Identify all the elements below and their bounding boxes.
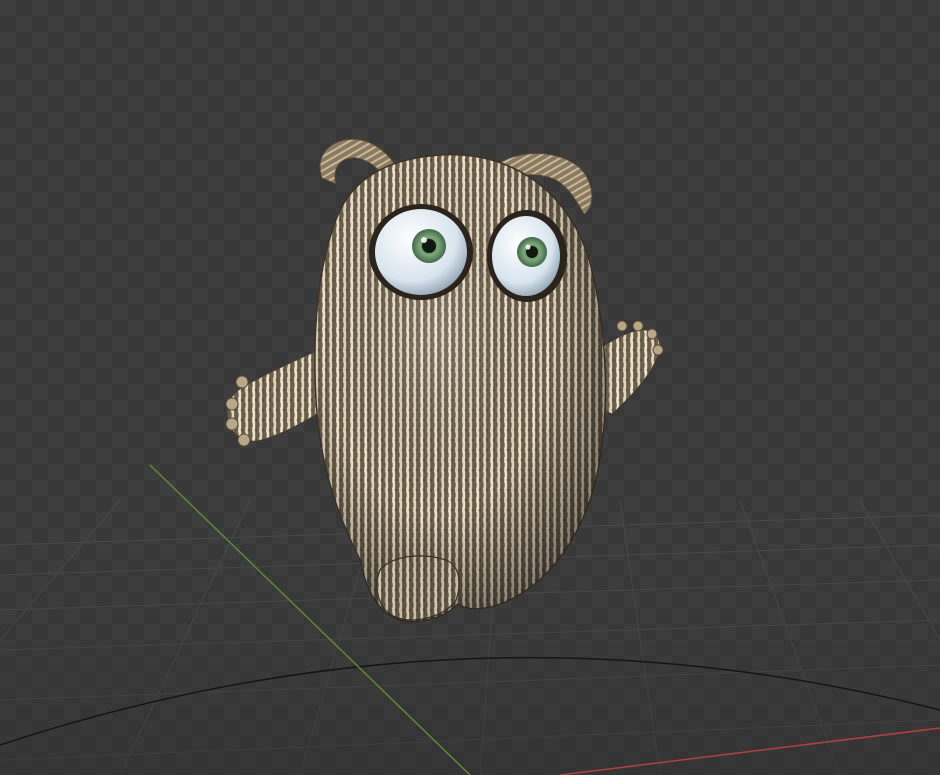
- viewport-canvas: [0, 0, 940, 775]
- left-eye: [375, 209, 467, 295]
- right-eye: [492, 216, 560, 296]
- 3d-viewport[interactable]: [0, 0, 940, 775]
